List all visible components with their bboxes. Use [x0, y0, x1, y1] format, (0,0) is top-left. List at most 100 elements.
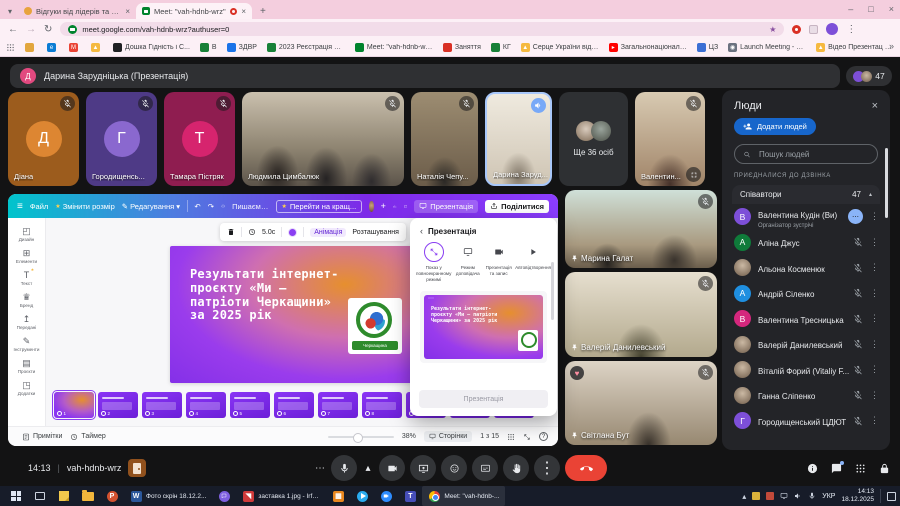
bookmark-item[interactable]: ▲ Відео Презентац R...: [816, 43, 894, 52]
bookmark-item[interactable]: ▲: [91, 43, 103, 52]
invite-plus-icon[interactable]: +: [381, 201, 386, 211]
sidebar-item[interactable]: ↥ Передані: [8, 313, 45, 332]
back-icon[interactable]: ←: [8, 24, 18, 35]
participant-menu-icon[interactable]: ⋮: [870, 339, 878, 350]
side-video-tile[interactable]: ♥ Марина Галат: [565, 190, 717, 268]
more-audio-icon[interactable]: ⋯: [314, 463, 326, 474]
bookmark-item[interactable]: ЗДВР: [227, 43, 257, 52]
host-controls-lock-icon[interactable]: [879, 463, 890, 474]
cherkashchyna-logo[interactable]: Черкащина: [348, 298, 402, 354]
grid-view-icon[interactable]: [507, 433, 515, 441]
slide-thumbnail[interactable]: 3: [142, 392, 182, 418]
sidebar-item[interactable]: ◳ Додатки: [8, 379, 45, 398]
video-tile[interactable]: Наталія Чепу... Наталія Чепу...: [411, 92, 478, 186]
window-minimize-icon[interactable]: –: [848, 4, 853, 14]
video-tile[interactable]: Валентин... Валентин...: [635, 92, 705, 186]
redo-icon[interactable]: ↷: [208, 202, 214, 211]
mic-off-icon[interactable]: [853, 288, 863, 298]
animate-button[interactable]: Анімація: [310, 228, 346, 237]
zoom-icon[interactable]: [374, 486, 398, 506]
tab2-close-icon[interactable]: ×: [241, 7, 246, 16]
sidebar-item[interactable]: T Текст: [8, 269, 45, 288]
mic-off-icon[interactable]: [853, 365, 863, 375]
bookmark-item[interactable]: M: [69, 43, 81, 52]
telegram-icon[interactable]: [350, 486, 374, 506]
irfanview-icon[interactable]: ◥: [236, 486, 260, 506]
popup-slide-preview[interactable]: ⋯ Результати інтернет-проєкту «Ми – патр…: [424, 295, 543, 359]
new-tab-button[interactable]: +: [260, 6, 266, 17]
window-maximize-icon[interactable]: □: [868, 4, 873, 14]
reactions-button[interactable]: [441, 455, 467, 481]
tray-mic-icon[interactable]: [808, 492, 816, 500]
url-field[interactable]: meet.google.com/vah-hdnb-wrz?authuser=0 …: [60, 22, 784, 36]
participant-menu-icon[interactable]: ⋮: [870, 364, 878, 375]
share-button[interactable]: Поділитися: [485, 200, 549, 213]
browser-tab-1[interactable]: Відгуки від лідерів та наставн... ×: [18, 3, 136, 19]
slide-canvas[interactable]: Результати інтернет-проєкту «Ми – патріо…: [170, 246, 413, 383]
bookmark-item[interactable]: КГ: [491, 43, 511, 52]
taskbar-clock[interactable]: 14:13 18.12.2025: [841, 488, 874, 504]
activities-grid-icon[interactable]: [855, 463, 866, 474]
option-present-record[interactable]: Презентація та запис: [484, 242, 513, 284]
recording-extension-icon[interactable]: [792, 25, 801, 34]
bookmarks-overflow-icon[interactable]: »: [889, 41, 894, 51]
tray-display-icon[interactable]: [780, 492, 788, 500]
slide-thumbnail[interactable]: 2: [98, 392, 138, 418]
bookmark-item[interactable]: В: [200, 43, 217, 52]
language-indicator[interactable]: УКР: [822, 493, 835, 500]
extensions-icon[interactable]: [809, 25, 818, 34]
comments-bubble-icon[interactable]: [404, 202, 408, 211]
close-panel-icon[interactable]: ×: [872, 100, 878, 112]
browser-menu-icon[interactable]: ⋮: [846, 24, 856, 35]
participant-menu-icon[interactable]: ⋮: [870, 313, 878, 324]
mic-off-icon[interactable]: [853, 263, 863, 273]
expand-tile-icon[interactable]: [686, 167, 701, 182]
sidebar-item[interactable]: ♛ Бренд: [8, 291, 45, 310]
bookmark-item[interactable]: Meet: "vah-hdnb-wr...: [355, 43, 433, 52]
mic-off-icon[interactable]: [853, 314, 863, 324]
bookmark-item[interactable]: e: [47, 43, 59, 52]
mic-off-icon[interactable]: [853, 339, 863, 349]
present-screen-button[interactable]: [410, 455, 436, 481]
breakout-door-icon[interactable]: [128, 459, 146, 477]
info-icon[interactable]: [807, 463, 818, 474]
reload-icon[interactable]: ↻: [44, 24, 52, 35]
pages-button[interactable]: Сторінки: [424, 431, 472, 442]
word-icon[interactable]: W: [124, 486, 148, 506]
word-window-label[interactable]: Фото скрін 18.12.2...: [146, 493, 206, 500]
bookmark-item[interactable]: Дошка Гідність і С...: [113, 43, 190, 52]
slide-duration[interactable]: 5.0с: [262, 229, 275, 236]
forward-icon[interactable]: →: [26, 24, 36, 35]
contributors-group-header[interactable]: Співавтори 47 ▴: [732, 185, 880, 204]
sidebar-item[interactable]: ▤ Проєкти: [8, 357, 45, 376]
leave-call-button[interactable]: [565, 455, 607, 481]
slide-thumbnail[interactable]: 4: [186, 392, 226, 418]
fullscreen-icon[interactable]: [523, 433, 531, 441]
present-button[interactable]: Презентація: [414, 200, 478, 213]
undo-icon[interactable]: ↶: [194, 202, 200, 211]
chat-icon[interactable]: [831, 463, 842, 474]
slide-thumbnail[interactable]: 8: [362, 392, 402, 418]
participant-menu-icon[interactable]: ⋮: [870, 415, 878, 426]
menu-file[interactable]: Файл: [30, 202, 48, 211]
mic-off-icon[interactable]: [853, 416, 863, 426]
upgrade-button[interactable]: ★Перейти на кращ...: [276, 200, 363, 213]
video-tile[interactable]: Т Тамара Пістряк Тамара Пістряк: [164, 92, 235, 186]
option-autoplay[interactable]: Автовідтворення: [515, 242, 551, 284]
slide-thumbnail[interactable]: 5: [230, 392, 270, 418]
participant-count-cluster[interactable]: 47: [846, 66, 892, 86]
sidebar-item[interactable]: ⊞ Елементи: [8, 247, 45, 266]
viber-icon[interactable]: [212, 486, 236, 506]
host-actions-chip[interactable]: ⋯: [848, 209, 863, 224]
orange-app-icon[interactable]: ▦: [326, 486, 350, 506]
camera-button[interactable]: [379, 455, 405, 481]
file-explorer-icon[interactable]: [76, 486, 100, 506]
bookmark-item[interactable]: 2023 Реєстрація на...: [267, 43, 345, 52]
participant-menu-icon[interactable]: ⋮: [870, 390, 878, 401]
bookmark-item[interactable]: ◉ Launch Meeting - Z...: [728, 43, 806, 52]
duration-clock-icon[interactable]: [248, 228, 256, 236]
action-center-icon[interactable]: [887, 492, 896, 501]
search-input[interactable]: [757, 149, 869, 160]
sidebar-item[interactable]: ✎ Інструменти: [8, 335, 45, 354]
apps-grid-icon[interactable]: [6, 43, 15, 52]
